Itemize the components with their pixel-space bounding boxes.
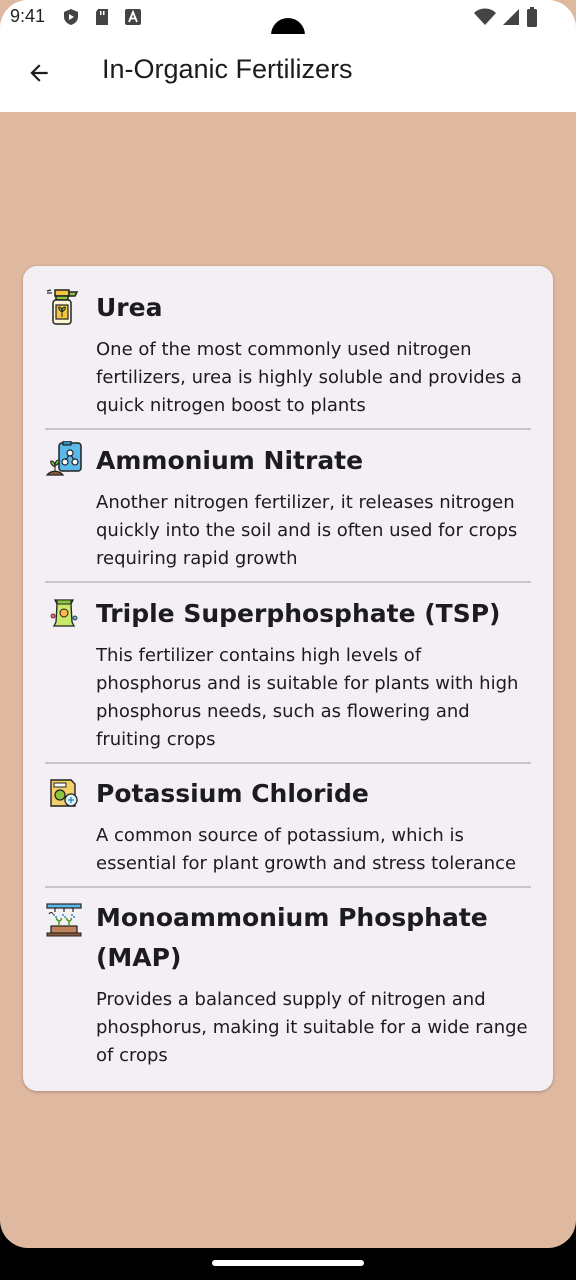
sd-card-icon	[96, 9, 108, 25]
item-title: Ammonium Nitrate	[96, 446, 364, 475]
arrow-back-icon	[30, 64, 48, 82]
fertilizer-card: Urea One of the most commonly used nitro…	[23, 266, 553, 1091]
spray-bottle-icon	[46, 289, 79, 325]
item-description: One of the most commonly used nitrogen f…	[96, 339, 522, 416]
divider	[45, 762, 531, 764]
shield-play-icon	[64, 9, 78, 25]
gesture-nav-bar[interactable]	[212, 1260, 364, 1266]
divider	[45, 581, 531, 583]
irrigation-icon	[46, 903, 82, 937]
list-item[interactable]: Triple Superphosphate (TSP) This fertili…	[45, 594, 531, 754]
list-item[interactable]: Potassium Chloride A common source of po…	[45, 774, 531, 874]
app-bar: In-Organic Fertilizers	[0, 34, 576, 112]
app-screen: 9:41 In-Organic Fertilizers Urea One of …	[0, 0, 576, 1248]
item-title: Urea	[96, 293, 163, 322]
chemical-plant-icon	[45, 441, 82, 476]
fertilizer-bag-icon	[50, 599, 78, 627]
system-icons	[474, 7, 538, 27]
battery-icon	[527, 7, 537, 27]
back-button[interactable]	[22, 56, 56, 90]
divider	[45, 428, 531, 430]
font-a-icon	[125, 9, 141, 25]
list-item[interactable]: Ammonium Nitrate Another nitrogen fertil…	[45, 441, 531, 571]
list-item[interactable]: Monoammonium Phosphate (MAP) Provides a …	[45, 898, 531, 1073]
signal-icon	[503, 9, 519, 25]
seed-packet-icon	[50, 779, 78, 807]
status-time: 9:41	[10, 6, 46, 26]
page-title: In-Organic Fertilizers	[102, 54, 353, 84]
item-description: Another nitrogen fertilizer, it releases…	[96, 492, 518, 569]
divider	[45, 886, 531, 888]
item-title: Triple Superphosphate (TSP)	[96, 599, 501, 628]
notification-icons	[62, 8, 142, 26]
list-item[interactable]: Urea One of the most commonly used nitro…	[45, 288, 531, 418]
wifi-icon	[474, 8, 496, 25]
item-title: Potassium Chloride	[96, 779, 369, 808]
item-description: Provides a balanced supply of nitrogen a…	[96, 989, 528, 1066]
item-description: This fertilizer contains high levels of …	[96, 645, 519, 750]
item-description: A common source of potassium, which is e…	[96, 825, 517, 874]
item-title: Monoammonium Phosphate (MAP)	[96, 903, 488, 972]
